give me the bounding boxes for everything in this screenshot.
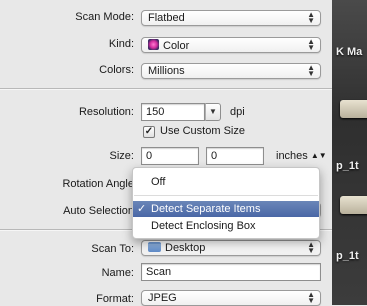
custom-size-label: Use Custom Size (160, 125, 245, 137)
checkmark-icon: ✓ (144, 126, 154, 137)
popup-arrows-icon: ▲▼ (307, 290, 315, 305)
kind-label: Kind: (108, 38, 134, 50)
popup-arrows-icon: ▲▼ (310, 151, 327, 160)
menu-item-label: Detect Enclosing Box (151, 220, 256, 232)
kind-popup[interactable]: Color ▲ ▼ (141, 37, 321, 53)
size-height-input[interactable]: 0 (206, 147, 264, 165)
folder-icon (148, 242, 161, 252)
popup-arrows-icon: ▲▼ (307, 37, 315, 52)
scan-mode-popup[interactable]: Flatbed ▲ ▼ (141, 10, 321, 26)
scan-to-label: Scan To: (91, 243, 134, 255)
name-input[interactable]: Scan (141, 263, 321, 281)
size-width-input[interactable]: 0 (141, 147, 199, 165)
separator (0, 88, 332, 90)
resolution-input[interactable]: 150 (141, 103, 205, 121)
colors-label: Colors: (99, 64, 134, 76)
auto-selection-menu: Off ✓ Detect Separate Items Detect Enclo… (132, 167, 320, 239)
popup-arrows-icon: ▲▼ (307, 240, 315, 255)
menu-item-label: Off (151, 176, 166, 188)
menu-separator (134, 195, 318, 196)
desktop-item-label: p_1t (336, 250, 359, 262)
custom-size-checkbox[interactable]: ✓ (143, 126, 155, 138)
format-label: Format: (96, 293, 134, 305)
scan-mode-value: Flatbed (148, 12, 185, 24)
popup-arrows-icon: ▲▼ (307, 10, 315, 25)
desktop-item-label: p_1t (336, 160, 359, 172)
scan-to-popup[interactable]: Desktop ▲ ▼ (141, 240, 321, 256)
desktop-item-label: K Ma (336, 46, 363, 58)
menu-item-off[interactable]: Off (133, 174, 319, 190)
drive-icon[interactable] (340, 196, 367, 214)
colors-popup[interactable]: Millions ▲ ▼ (141, 63, 321, 79)
colors-value: Millions (148, 65, 185, 77)
resolution-unit: dpi (230, 106, 245, 118)
rotation-angle-label: Rotation Angle (62, 178, 134, 190)
scan-to-value: Desktop (165, 242, 206, 254)
format-value: JPEG (148, 292, 177, 304)
format-popup[interactable]: JPEG ▲ ▼ (141, 290, 321, 306)
checkmark-icon: ✓ (137, 203, 147, 215)
color-flower-icon (148, 39, 159, 50)
auto-selection-label: Auto Selection (63, 205, 134, 217)
scanner-settings-panel: Scan Mode: Flatbed ▲ ▼ Kind: Color ▲ ▼ Col… (0, 0, 332, 306)
menu-item-label: Detect Separate Items (151, 203, 261, 215)
resolution-label: Resolution: (78, 106, 134, 118)
name-label: Name: (101, 267, 134, 279)
drive-icon[interactable] (340, 100, 367, 118)
desktop-background: K Ma p_1t p_1t (332, 0, 367, 305)
size-unit-value: inches (276, 150, 308, 162)
scan-mode-label: Scan Mode: (75, 11, 134, 23)
popup-arrows-icon: ▲▼ (307, 63, 315, 78)
menu-item-detect-enclosing-box[interactable]: Detect Enclosing Box (133, 218, 319, 234)
menu-item-detect-separate-items[interactable]: ✓ Detect Separate Items (133, 201, 319, 217)
size-label: Size: (109, 150, 134, 162)
chevron-down-icon: ▼ (209, 107, 217, 116)
size-unit-popup[interactable]: inches ▲▼ (276, 150, 327, 162)
kind-value: Color (163, 40, 190, 52)
resolution-dropdown-button[interactable]: ▼ (205, 103, 221, 121)
